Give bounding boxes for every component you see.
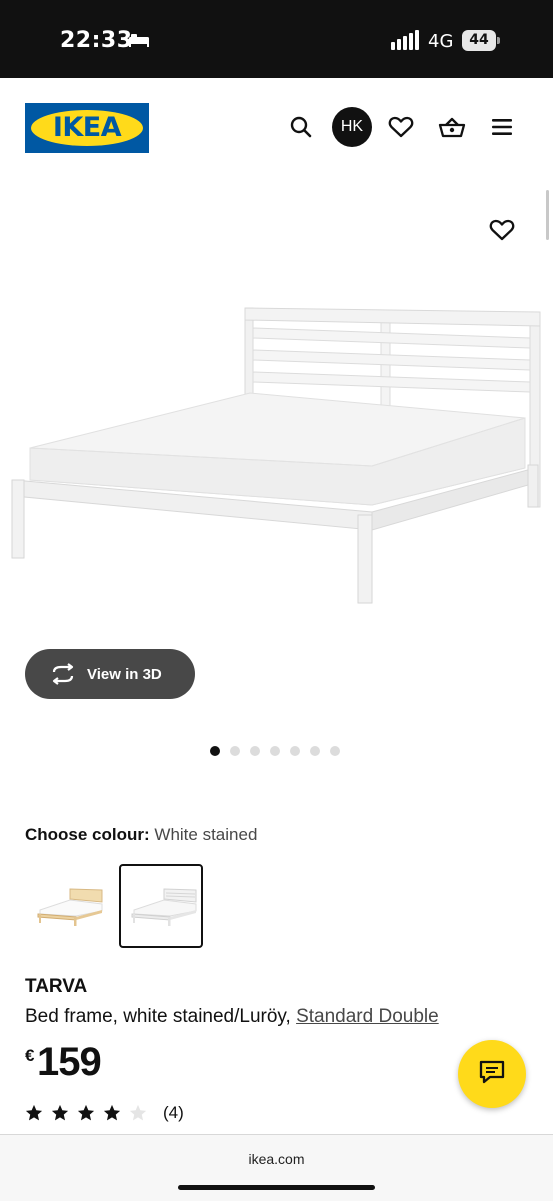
menu-icon[interactable] [484, 109, 520, 145]
size-link[interactable]: Standard Double [296, 1006, 439, 1027]
product-description-text: Bed frame, white stained/Luröy, [25, 1006, 291, 1027]
rating-stars [25, 1104, 155, 1122]
pagination-dot[interactable] [210, 746, 220, 756]
pagination-dot[interactable] [230, 746, 240, 756]
star-filled-icon [51, 1104, 69, 1121]
site-header: IKEA HK [0, 78, 553, 178]
price-currency: € [25, 1046, 35, 1065]
star-empty-icon [129, 1104, 147, 1121]
rotate-3d-icon [49, 662, 77, 686]
product-rating[interactable]: (4) [25, 1103, 184, 1123]
status-bar: 22:33 4G 44 [0, 0, 553, 78]
product-name: TARVA [25, 976, 88, 997]
chat-button[interactable] [458, 1040, 526, 1108]
choose-colour-row: Choose colour: White stained [25, 825, 257, 845]
battery-level: 44 [462, 30, 496, 51]
battery-tip [497, 37, 500, 44]
view-in-3d-label: View in 3D [87, 665, 162, 683]
product-image[interactable] [0, 290, 553, 620]
choose-colour-label: Choose colour: [25, 825, 150, 844]
image-pagination [210, 746, 340, 756]
account-avatar[interactable]: HK [332, 107, 372, 147]
sleep-icon [128, 32, 150, 53]
add-to-favourites-heart-icon[interactable] [486, 214, 518, 246]
home-indicator[interactable] [178, 1185, 375, 1190]
star-filled-icon [77, 1104, 95, 1121]
star-filled-icon [103, 1104, 121, 1121]
chat-icon [478, 1059, 506, 1090]
heart-icon[interactable] [383, 109, 419, 145]
ikea-logo[interactable]: IKEA [25, 103, 149, 153]
product-description: Bed frame, white stained/Luröy, Standard… [25, 1006, 439, 1028]
price-value: 159 [37, 1040, 102, 1084]
review-count: (4) [163, 1103, 184, 1122]
basket-icon[interactable] [434, 109, 470, 145]
network-type: 4G [428, 31, 454, 52]
pagination-dot[interactable] [310, 746, 320, 756]
browser-bottom-bar: ikea.com [0, 1134, 553, 1201]
star-filled-icon [25, 1104, 43, 1121]
pagination-dot[interactable] [330, 746, 340, 756]
status-time: 22:33 [60, 28, 133, 53]
view-in-3d-button[interactable]: View in 3D [25, 649, 195, 699]
logo-text: IKEA [52, 112, 122, 143]
scrollbar[interactable] [546, 190, 549, 240]
pagination-dot[interactable] [270, 746, 280, 756]
colour-option-pine[interactable] [25, 864, 109, 948]
pagination-dot[interactable] [250, 746, 260, 756]
browser-url[interactable]: ikea.com [0, 1151, 553, 1167]
colour-option-white-stained[interactable] [119, 864, 203, 948]
search-icon[interactable] [283, 109, 319, 145]
pagination-dot[interactable] [290, 746, 300, 756]
signal-icon [391, 30, 421, 55]
selected-colour-value: White stained [154, 825, 258, 844]
